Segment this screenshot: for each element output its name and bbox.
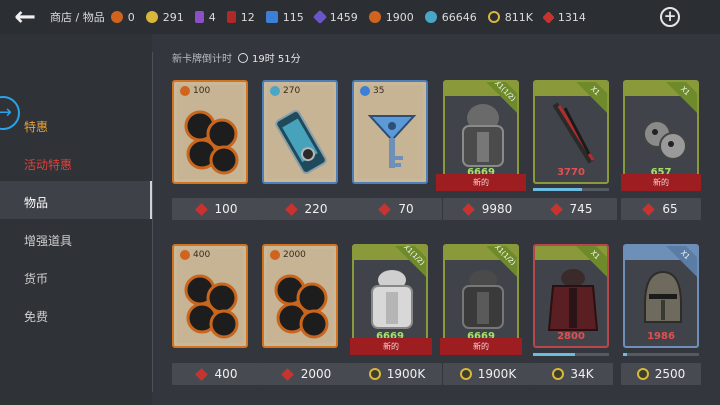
item-card-coat[interactable]: X1 2800 [533,244,609,348]
crystal-key-icon [367,115,417,168]
rune-pile-icon [184,110,239,175]
rune-pile-icon [274,274,329,339]
sidebar-item-deals[interactable]: 特惠 [24,118,48,135]
resource-gold-coin[interactable]: 291 [145,11,184,24]
coin-ring-icon [368,368,381,380]
price-button[interactable]: 220 [262,198,352,220]
red-gem-icon [194,367,208,381]
teal-orb-icon [270,86,280,96]
coin-ring-icon [636,368,649,380]
item-card-runes[interactable]: 2000 [262,244,338,348]
resource-orange-medal[interactable]: 1900 [368,11,414,24]
item-card-sword[interactable]: X1 3770 [533,80,609,184]
back-arrow-icon[interactable]: ← [0,0,50,34]
rune-icon [270,250,280,260]
orange-medal-icon [368,11,381,23]
resource-coin-ring[interactable]: 811K [487,11,533,24]
red-card-icon [226,11,236,23]
price-button[interactable]: 65 [621,198,701,220]
resource-red-gem[interactable]: 1314 [542,10,586,24]
resource-teal-orb[interactable]: 66646 [424,11,477,24]
item-card-runes[interactable]: 100 [172,80,248,184]
sidebar-item-currency[interactable]: 货币 [24,270,48,287]
white-armor-icon [371,270,413,329]
price-button[interactable]: 34K [533,363,613,385]
blue-key-icon [265,11,278,23]
orange-rune-icon [110,11,123,23]
add-currency-icon[interactable]: + [660,7,680,27]
coin-ring-icon [459,368,472,380]
price-button[interactable]: 1900K [352,363,442,385]
item-card-helmet[interactable]: X1 1986 [623,244,699,348]
item-card-armor[interactable]: X1(1/2) 6669 [443,244,519,348]
rune-icon [180,250,190,260]
item-card-canister[interactable]: 270 [262,80,338,184]
price-button[interactable]: 400 [172,363,262,385]
armor-icon [462,104,504,167]
purple-shard-icon [312,9,327,25]
resource-purple-shard[interactable]: 1459 [312,9,358,25]
sidebar-active-highlight [0,181,152,219]
sidebar-item-event-deals[interactable]: 活动特惠 [24,156,72,173]
red-gem-icon [280,367,294,381]
progress-bar [533,188,609,191]
red-gem-icon [461,202,475,216]
purple-card-icon [194,11,204,23]
red-gem-icon [549,202,563,216]
new-badge: 新的 [440,338,522,355]
top-bar: ← 商店 / 物品 0 291 4 12 115 1459 1900 66646… [0,0,720,34]
sword-icon [552,102,595,164]
resource-red-card[interactable]: 12 [226,11,255,24]
red-gem-icon [542,10,555,24]
item-card-key[interactable]: 35 [352,80,428,184]
energy-canister-icon [275,109,327,175]
helmet-icon [644,270,682,323]
rune-icon [180,86,190,96]
timer-value: 19时 51分 [252,54,301,65]
resource-orange-rune[interactable]: 0 [110,11,135,24]
sidebar-item-boosters[interactable]: 增强道具 [24,232,72,249]
new-badge: 新的 [621,174,701,191]
teal-orb-icon [424,11,437,23]
red-gem-icon [284,202,298,216]
item-card-armor[interactable]: X1(1/2) 6669 [443,80,519,184]
new-badge: 新的 [436,174,526,191]
price-button[interactable]: 1900K [443,363,533,385]
blue-key-icon [360,86,370,96]
red-gem-icon [194,202,208,216]
item-card-armor[interactable]: X1(1/2) 6669 [352,244,428,348]
price-button[interactable]: 2500 [621,363,701,385]
sidebar-item-items[interactable]: 物品 [24,194,48,211]
breadcrumb: 商店 / 物品 [50,11,105,24]
item-card-bombs[interactable]: X1 657 [623,80,699,184]
price-button[interactable]: 745 [527,198,617,220]
red-coat-icon [547,269,599,331]
price-button[interactable]: 70 [352,198,442,220]
red-gem-icon [642,202,656,216]
progress-bar [623,353,699,356]
sidebar-item-free[interactable]: 免费 [24,308,48,325]
coin-ring-icon [487,11,500,23]
rune-pile-icon [184,274,239,339]
gold-coin-icon [145,11,158,23]
price-button[interactable]: 2000 [262,363,352,385]
coin-ring-icon [552,368,565,380]
card-timer: 新卡牌倒计时 19时 51分 [172,50,301,65]
price-button[interactable]: 9980 [443,198,533,220]
sidebar-arrow-icon[interactable]: → [0,96,20,130]
bomb-icon [643,120,687,160]
resource-blue-key[interactable]: 115 [265,11,304,24]
dark-armor-icon [462,270,504,329]
item-card-runes[interactable]: 400 [172,244,248,348]
resource-purple-card[interactable]: 4 [194,11,216,24]
price-button[interactable]: 100 [172,198,262,220]
red-gem-icon [378,202,392,216]
timer-label: 新卡牌倒计时 [172,54,232,65]
sidebar: → 特惠 活动特惠 物品 增强道具 货币 免费 [0,34,152,405]
clock-icon [238,52,248,63]
progress-bar [533,353,609,356]
sidebar-divider [152,52,153,392]
new-badge: 新的 [350,338,432,355]
